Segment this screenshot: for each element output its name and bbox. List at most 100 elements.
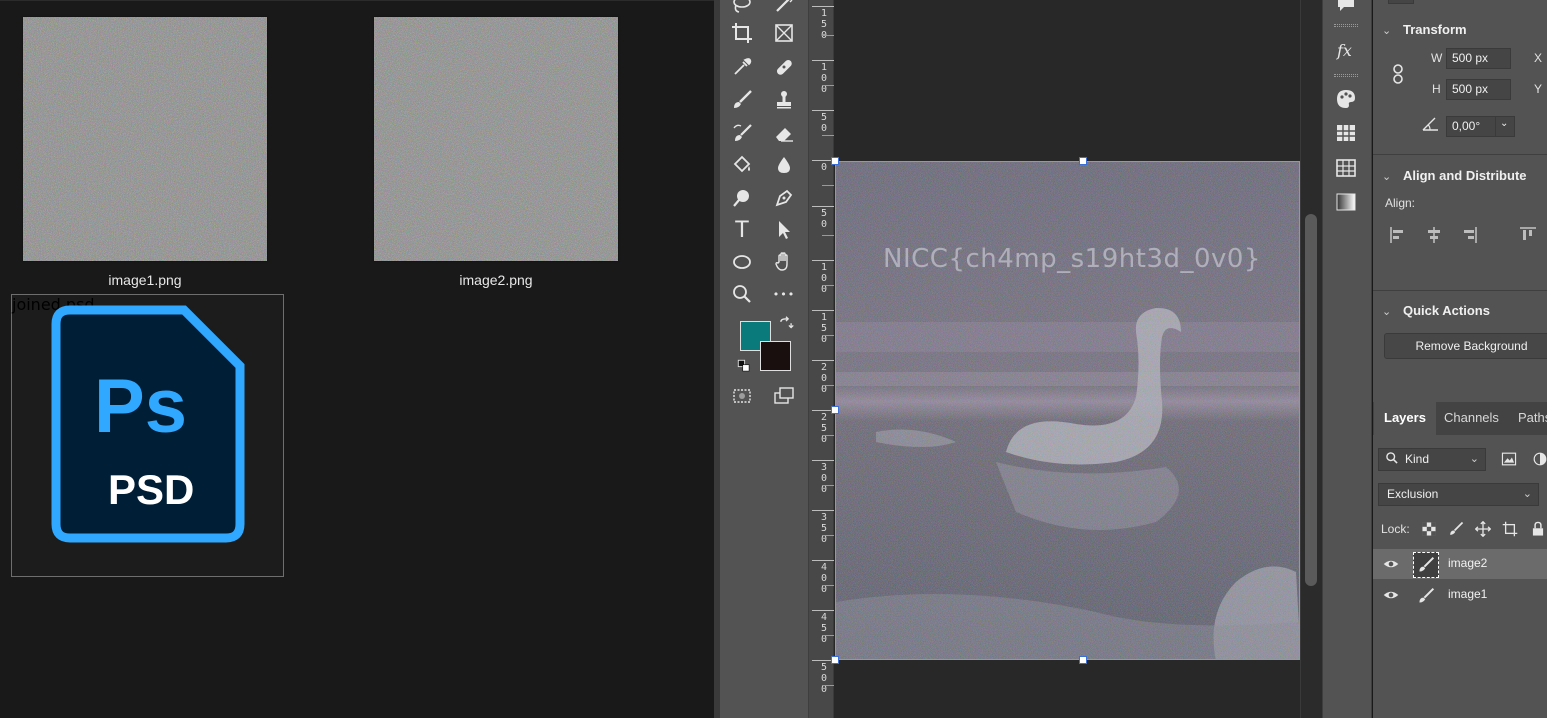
brush-icon[interactable] (728, 86, 756, 114)
ruler-digit: 0 (820, 219, 828, 230)
paint-bucket-icon[interactable] (728, 151, 756, 179)
layer-name: image1 (1448, 587, 1488, 601)
color-palette-icon[interactable] (1334, 87, 1358, 111)
lock-artboard-icon[interactable] (1497, 516, 1523, 542)
zoom-icon[interactable] (728, 280, 756, 308)
swatches-grid-icon[interactable] (1334, 121, 1358, 145)
tab-paths[interactable]: Paths (1508, 402, 1547, 435)
width-field[interactable]: 500 px (1446, 48, 1511, 69)
crop-icon[interactable] (728, 19, 756, 47)
file-tile-image1[interactable]: image1.png (23, 17, 267, 291)
tab-channels[interactable]: Channels (1434, 402, 1509, 435)
ruler-tick (812, 310, 834, 311)
lock-image-pixels-icon[interactable] (1443, 516, 1469, 542)
history-brush-icon[interactable] (728, 119, 756, 147)
quick-actions-section-header[interactable]: ⌄ Quick Actions (1382, 303, 1490, 318)
align-left-icon[interactable] (1386, 223, 1410, 247)
lock-position-icon[interactable] (1470, 516, 1496, 542)
transform-handle-bottom-center[interactable] (1079, 656, 1087, 664)
ruler-digit: 0 (820, 123, 828, 134)
ellipse-icon[interactable] (728, 248, 756, 276)
section-divider (1373, 154, 1547, 155)
tab-layers[interactable]: Layers (1374, 402, 1436, 435)
transform-handle-bottom-left[interactable] (831, 656, 839, 664)
blend-mode-dropdown[interactable]: Exclusion ⌄ (1378, 483, 1539, 506)
ruler-digit: 1 (820, 8, 828, 19)
file-tile-joined-psd[interactable]: Ps PSD joined.psd (11, 294, 284, 577)
ruler-tick (812, 60, 834, 61)
ruler-tick (812, 260, 834, 261)
layer-row-image1[interactable]: image1 (1373, 580, 1547, 610)
more-tools-icon[interactable]: ••• (770, 280, 798, 308)
scrollbar-thumb[interactable] (1305, 214, 1317, 586)
ruler-minor-tick (822, 635, 834, 636)
hand-icon[interactable] (770, 248, 798, 276)
visibility-eye-icon[interactable] (1383, 556, 1399, 572)
fx-icon[interactable]: fx (1334, 38, 1358, 62)
ruler-digit: 2 (820, 362, 828, 373)
layer-filter-dropdown[interactable]: Kind ⌄ (1378, 448, 1486, 471)
pen-icon[interactable] (770, 184, 798, 212)
dodge-icon[interactable] (728, 184, 756, 212)
ruler-tick (812, 510, 834, 511)
layer-thumbnail-brush-icon (1413, 583, 1439, 609)
eraser-icon[interactable] (770, 119, 798, 147)
transform-handle-top-center[interactable] (1079, 157, 1087, 165)
file-name-label: image2.png (459, 272, 533, 288)
ruler-digit: 1 (820, 62, 828, 73)
chevron-down-icon: ⌄ (1382, 25, 1392, 37)
layer-name: image2 (1448, 556, 1488, 570)
healing-brush-icon[interactable] (770, 53, 798, 81)
quick-mask-icon[interactable] (728, 382, 756, 410)
file-tile-image2[interactable]: image2.png (374, 17, 618, 291)
lock-transparent-pixels-icon[interactable] (1416, 516, 1442, 542)
table-grid-icon[interactable] (1334, 156, 1358, 180)
psd-extension-text: PSD (108, 466, 194, 513)
panel-grip[interactable] (1334, 24, 1358, 27)
filter-adjustment-layers-icon[interactable] (1527, 446, 1547, 472)
document-canvas[interactable]: NICC{ch4mp_s19ht3d_0v0} (835, 161, 1300, 660)
comment-icon[interactable] (1334, 0, 1358, 16)
path-selection-icon[interactable] (770, 216, 798, 244)
ruler-minor-tick (822, 435, 834, 436)
blur-icon[interactable] (770, 151, 798, 179)
height-field[interactable]: 500 px (1446, 79, 1511, 100)
layer-row-image2[interactable]: image2 (1373, 549, 1547, 579)
angle-dropdown-button[interactable]: ⌄ (1495, 116, 1515, 137)
object-selection-icon[interactable] (770, 0, 798, 18)
align-section-header[interactable]: ⌄ Align and Distribute (1382, 168, 1527, 183)
visibility-eye-icon[interactable] (1383, 587, 1399, 603)
ruler-digit: 4 (820, 612, 828, 623)
panel-grip[interactable] (1334, 74, 1358, 77)
x-label: X (1534, 51, 1543, 65)
transform-handle-mid-left[interactable] (831, 406, 839, 414)
background-color-swatch[interactable] (760, 341, 791, 371)
swap-colors-icon[interactable] (776, 314, 796, 334)
align-right-icon[interactable] (1457, 223, 1481, 247)
lock-all-icon[interactable] (1525, 516, 1547, 542)
clone-stamp-icon[interactable] (770, 86, 798, 114)
transform-section-header[interactable]: ⌄ Transform (1382, 22, 1467, 37)
chevron-down-icon: ⌄ (1382, 171, 1392, 183)
align-label: Align: (1385, 196, 1416, 210)
gradient-icon[interactable] (1334, 190, 1358, 214)
angle-field[interactable]: 0,00° (1446, 116, 1496, 137)
align-top-icon[interactable] (1516, 223, 1540, 247)
frame-icon[interactable] (770, 19, 798, 47)
eyedropper-icon[interactable] (728, 53, 756, 81)
ruler-digit: 0 (820, 162, 828, 173)
lasso-icon[interactable] (728, 0, 756, 18)
align-center-icon[interactable] (1422, 223, 1446, 247)
type-icon[interactable]: T (728, 216, 756, 244)
ruler-tick (812, 610, 834, 611)
default-colors-icon[interactable] (734, 356, 754, 376)
file-thumbnail-noise (23, 17, 267, 261)
link-icon[interactable] (1386, 61, 1410, 87)
screen-mode-icon[interactable] (770, 382, 798, 410)
ruler-digit: 2 (820, 412, 828, 423)
remove-background-button[interactable]: Remove Background (1384, 333, 1547, 359)
flag-watermark-text: NICC{ch4mp_s19ht3d_0v0} (883, 244, 1261, 274)
filter-pixel-layers-icon[interactable] (1496, 446, 1522, 472)
quick-actions-title: Quick Actions (1403, 303, 1490, 318)
transform-handle-top-left[interactable] (831, 157, 839, 165)
